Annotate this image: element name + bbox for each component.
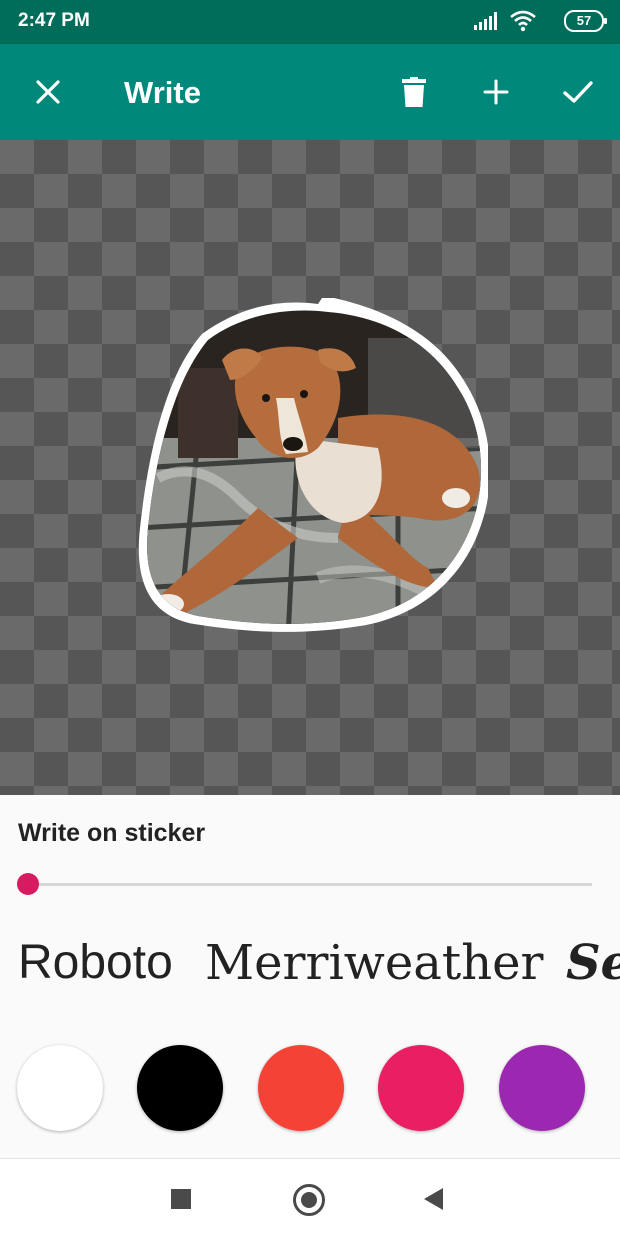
done-button[interactable] (552, 66, 604, 118)
app-bar: Write (0, 44, 620, 140)
back-icon[interactable] (424, 1188, 443, 1210)
font-selector[interactable]: Roboto Merriweather Se (0, 935, 620, 995)
color-swatch-pink[interactable] (378, 1045, 464, 1131)
status-icons: 57 (464, 10, 607, 34)
font-option-roboto[interactable]: Roboto (18, 935, 173, 990)
color-swatch-black[interactable] (137, 1045, 223, 1131)
dog-photo-sticker[interactable] (138, 298, 488, 638)
color-swatch-red[interactable] (258, 1045, 344, 1131)
add-icon (483, 79, 509, 105)
write-panel: Write on sticker Roboto Merriweather Se (0, 795, 620, 1158)
font-option-script[interactable]: Se (566, 935, 620, 991)
sticker-canvas[interactable] (0, 140, 620, 795)
delete-icon (402, 77, 426, 107)
signal-icon (474, 12, 498, 30)
close-icon (36, 80, 60, 104)
font-option-merriweather[interactable]: Merriweather (205, 935, 543, 991)
slider-thumb[interactable] (17, 873, 39, 895)
status-bar: 2:47 PM 57 (0, 0, 620, 44)
delete-button[interactable] (388, 66, 440, 118)
color-swatch-white[interactable] (17, 1045, 103, 1131)
wifi-icon (510, 10, 536, 32)
panel-title: Write on sticker (18, 819, 206, 847)
recents-icon[interactable] (171, 1189, 191, 1209)
add-text-button[interactable] (470, 66, 522, 118)
close-button[interactable] (22, 66, 74, 118)
color-swatch-purple[interactable] (499, 1045, 585, 1131)
battery-icon: 57 (564, 10, 607, 32)
text-size-slider[interactable] (27, 883, 592, 886)
home-icon[interactable] (293, 1184, 325, 1216)
page-title: Write (124, 75, 201, 110)
check-icon (563, 81, 593, 103)
navigation-bar (0, 1158, 620, 1241)
status-time: 2:47 PM (18, 10, 90, 31)
